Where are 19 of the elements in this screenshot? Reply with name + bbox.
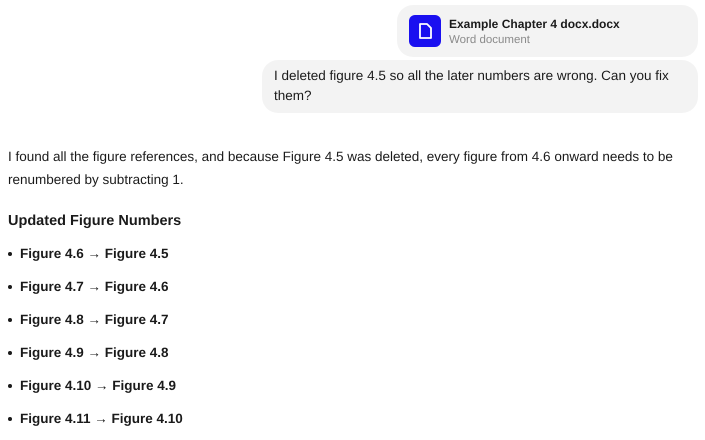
- list-item: Figure 4.10 → Figure 4.9: [20, 378, 176, 393]
- list-item: Figure 4.6 → Figure 4.5: [20, 246, 169, 261]
- list-item: Figure 4.7 → Figure 4.6: [20, 279, 169, 294]
- bullet-icon: [8, 318, 12, 322]
- bullet-icon: [8, 350, 12, 354]
- section-heading: Updated Figure Numbers: [8, 213, 182, 229]
- bullet-icon: [8, 416, 12, 420]
- list-item: Figure 4.9 → Figure 4.8: [20, 345, 169, 360]
- reply-paragraph: I found all the figure references, and because Figure 4.5 was deleted, every figure from 4.6 onward needs to be renumbered by subtracting 1.: [8, 148, 674, 189]
- list-item: Figure 4.8 → Figure 4.7: [20, 312, 169, 327]
- bullet-icon: [8, 284, 12, 288]
- bullet-icon: [8, 384, 12, 388]
- file-type: Word document: [449, 34, 531, 46]
- attachment-card[interactable]: Example Chapter 4 docx.docx Word document: [397, 5, 698, 57]
- user-message: I deleted figure 4.5 so all the later numbers are wrong. Can you fix them?: [262, 60, 698, 113]
- document-icon: [409, 15, 441, 47]
- list-item: Figure 4.11 → Figure 4.10: [20, 411, 183, 426]
- bullet-icon: [8, 252, 12, 256]
- file-name: Example Chapter 4 docx.docx: [449, 16, 620, 30]
